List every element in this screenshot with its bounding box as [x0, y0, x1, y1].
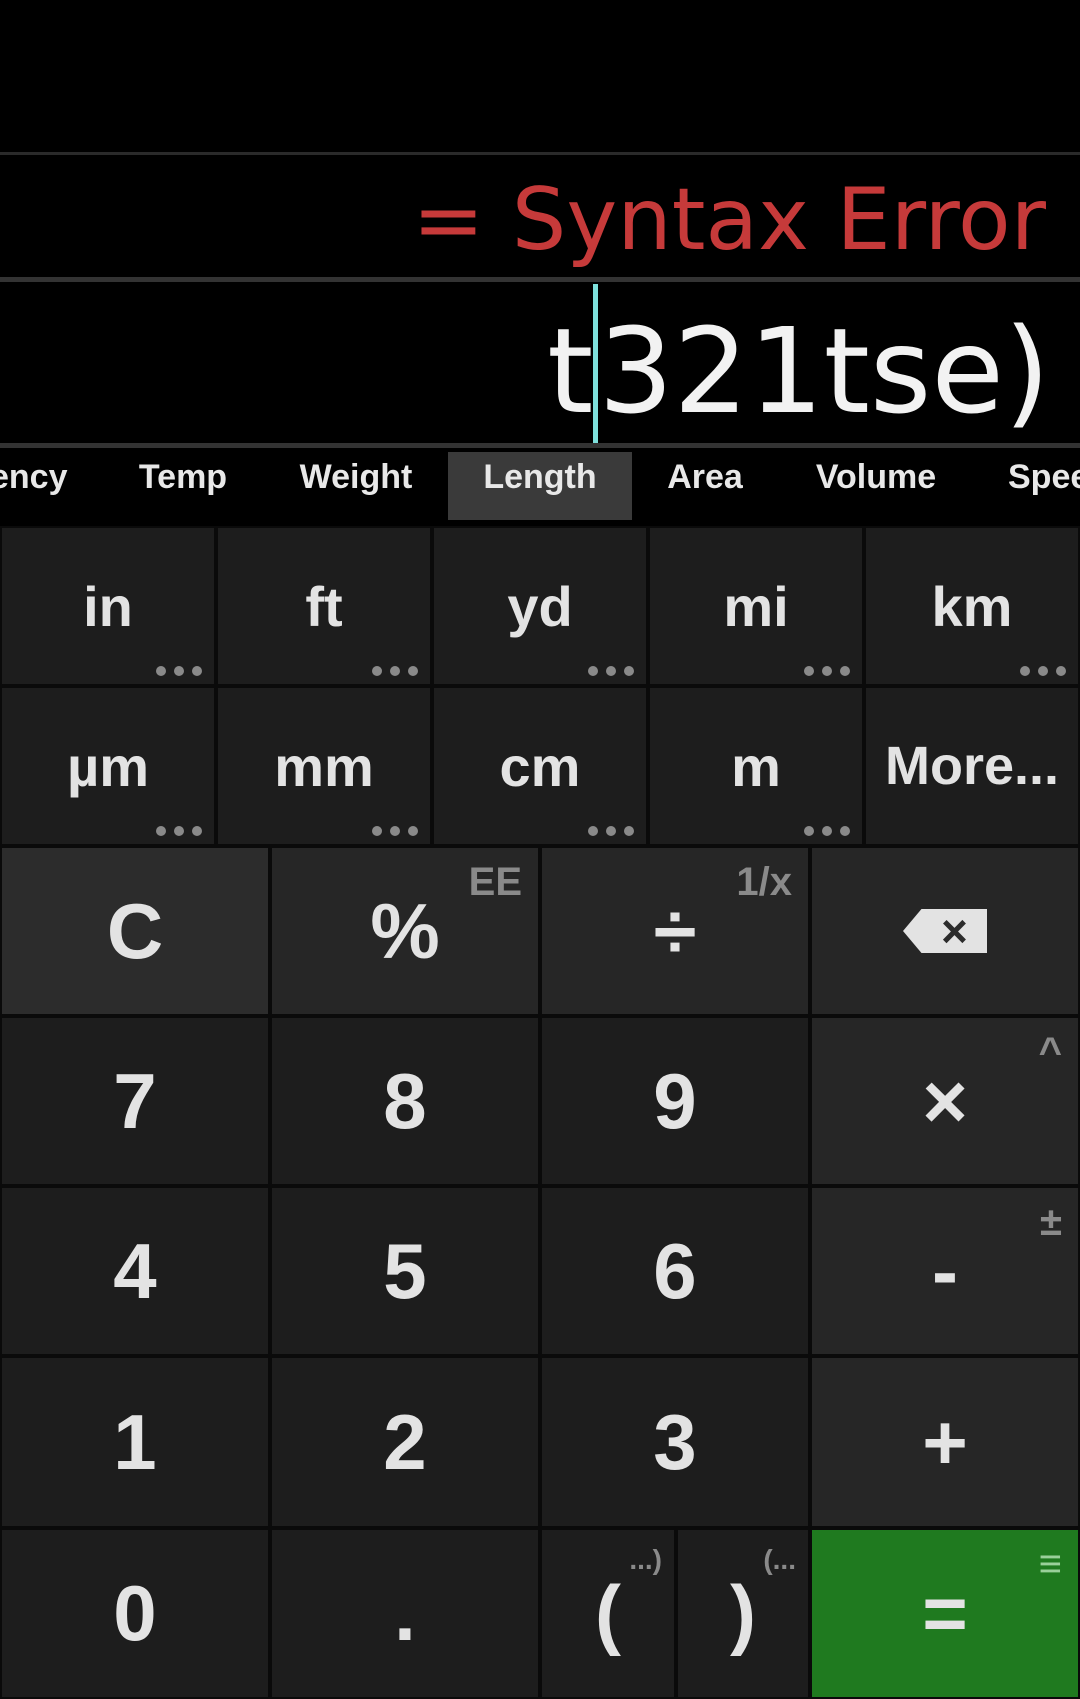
tab-speed[interactable]: Spee: [1008, 452, 1080, 520]
digit-1-button[interactable]: 1: [0, 1356, 270, 1528]
tab-area[interactable]: Area: [652, 452, 758, 520]
digit-5-button[interactable]: 5: [270, 1186, 540, 1356]
digit-label: 0: [113, 1569, 157, 1657]
tab-weight[interactable]: Weight: [280, 452, 432, 520]
digit-label: 3: [653, 1397, 697, 1486]
more-options-icon: [588, 666, 634, 676]
divide-label: ÷: [653, 886, 697, 975]
decimal-point-button[interactable]: .: [270, 1528, 540, 1699]
tab-length[interactable]: Length: [448, 452, 632, 520]
minus-button[interactable]: - ±: [810, 1186, 1080, 1356]
unit-label: yd: [507, 574, 573, 638]
history-menu-icon: ≡: [1038, 1542, 1062, 1586]
tabs-divider: [0, 443, 1080, 448]
more-options-icon: [804, 826, 850, 836]
percent-button[interactable]: % EE: [270, 846, 540, 1016]
digit-label: 8: [383, 1056, 427, 1145]
expression-text-before-cursor: t: [547, 302, 594, 440]
expression-input[interactable]: t321tse): [547, 284, 1050, 446]
unit-km-button[interactable]: km: [864, 526, 1080, 686]
unit-label: ft: [305, 574, 343, 638]
more-options-icon: [1020, 666, 1066, 676]
unit-um-button[interactable]: µm: [0, 686, 216, 846]
more-options-icon: [156, 666, 202, 676]
digit-label: 4: [113, 1226, 157, 1315]
multiply-button[interactable]: × ^: [810, 1016, 1080, 1186]
more-options-icon: [804, 666, 850, 676]
percent-label: %: [370, 886, 440, 975]
tab-volume[interactable]: Volume: [804, 452, 948, 520]
open-paren-secondary-label: ...): [629, 1544, 662, 1575]
digit-label: 6: [653, 1226, 697, 1315]
expression-divider: [0, 277, 1080, 282]
digit-6-button[interactable]: 6: [540, 1186, 810, 1356]
unit-label: cm: [499, 734, 581, 798]
reciprocal-secondary-label: 1/x: [736, 860, 792, 904]
unit-cm-button[interactable]: cm: [432, 686, 648, 846]
unit-ft-button[interactable]: ft: [216, 526, 432, 686]
multiply-label: ×: [922, 1056, 968, 1145]
digit-label: 7: [113, 1056, 157, 1145]
close-paren-secondary-label: (...: [763, 1544, 796, 1575]
digit-9-button[interactable]: 9: [540, 1016, 810, 1186]
unit-mm-button[interactable]: mm: [216, 686, 432, 846]
more-options-icon: [372, 826, 418, 836]
decimal-point-label: .: [394, 1569, 416, 1657]
plus-label: +: [922, 1397, 968, 1486]
unit-label: mm: [274, 734, 374, 798]
more-options-icon: [156, 826, 202, 836]
unit-label: in: [83, 574, 133, 638]
unit-mi-button[interactable]: mi: [648, 526, 864, 686]
more-units-button[interactable]: More...: [864, 686, 1080, 846]
unit-in-button[interactable]: in: [0, 526, 216, 686]
unit-label: m: [731, 734, 781, 798]
digit-4-button[interactable]: 4: [0, 1186, 270, 1356]
unit-m-button[interactable]: m: [648, 686, 864, 846]
unit-category-tabs: ency Temp Weight Length Area Volume Spee: [0, 452, 1080, 520]
backspace-icon: ×: [903, 909, 987, 953]
close-paren-label: ): [730, 1569, 756, 1657]
digit-label: 9: [653, 1056, 697, 1145]
digit-8-button[interactable]: 8: [270, 1016, 540, 1186]
open-paren-label: (: [595, 1569, 621, 1657]
digit-label: 1: [113, 1397, 157, 1486]
minus-label: -: [932, 1226, 958, 1315]
digit-label: 2: [383, 1397, 427, 1486]
expression-text-after-cursor: 321tse): [598, 302, 1050, 440]
equals-label: =: [922, 1569, 968, 1657]
unit-label: mi: [723, 574, 789, 638]
divide-button[interactable]: ÷ 1/x: [540, 846, 810, 1016]
unit-yd-button[interactable]: yd: [432, 526, 648, 686]
digit-3-button[interactable]: 3: [540, 1356, 810, 1528]
digit-0-button[interactable]: 0: [0, 1528, 270, 1699]
tab-currency[interactable]: ency: [0, 452, 80, 520]
sign-toggle-secondary-label: ±: [1040, 1200, 1062, 1244]
digit-2-button[interactable]: 2: [270, 1356, 540, 1528]
more-options-icon: [588, 826, 634, 836]
result-text: = Syntax Error: [412, 170, 1046, 270]
unit-label: µm: [66, 734, 150, 798]
result-divider: [0, 152, 1080, 155]
unit-label: km: [931, 574, 1013, 638]
plus-button[interactable]: +: [810, 1356, 1080, 1528]
more-options-icon: [372, 666, 418, 676]
equals-button[interactable]: = ≡: [810, 1528, 1080, 1699]
backspace-button[interactable]: ×: [810, 846, 1080, 1016]
clear-button[interactable]: C: [0, 846, 270, 1016]
digit-label: 5: [383, 1226, 427, 1315]
close-paren-button[interactable]: ) (...: [676, 1528, 810, 1699]
power-secondary-label: ^: [1038, 1030, 1062, 1074]
digit-7-button[interactable]: 7: [0, 1016, 270, 1186]
ee-secondary-label: EE: [468, 860, 522, 904]
clear-label: C: [106, 886, 164, 975]
open-paren-button[interactable]: ( ...): [540, 1528, 676, 1699]
more-units-label: More...: [884, 736, 1060, 796]
tab-temp[interactable]: Temp: [120, 452, 246, 520]
